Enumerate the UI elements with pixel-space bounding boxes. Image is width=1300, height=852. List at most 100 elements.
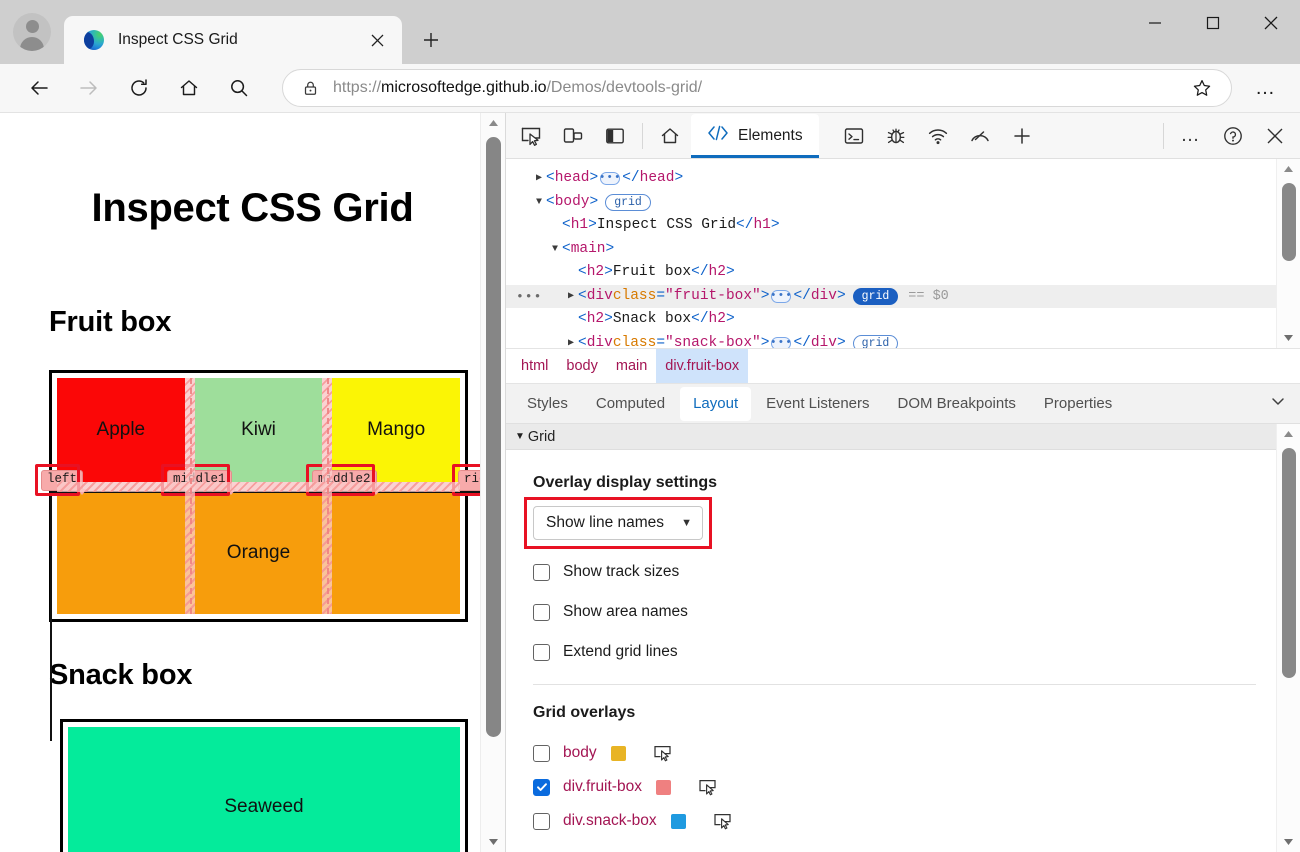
overlay-color-swatch[interactable] [610, 745, 626, 761]
row-more-icon[interactable]: ••• [516, 285, 542, 309]
triangle-collapsed-icon[interactable]: ▶ [564, 285, 578, 309]
devtools-more-button[interactable]: … [1170, 115, 1212, 157]
inspect-element-icon[interactable] [510, 115, 552, 157]
dom-tree-scrollbar[interactable] [1276, 159, 1300, 348]
expand-ellipsis-icon[interactable]: ••• [599, 172, 621, 186]
address-bar[interactable]: https://microsoftedge.github.io/Demos/de… [282, 69, 1232, 107]
page-scrollbar-thumb[interactable] [486, 137, 501, 737]
layout-scrollbar-thumb[interactable] [1282, 448, 1296, 678]
overlay-checkbox-icon[interactable] [533, 744, 550, 762]
breadcrumb[interactable]: html body main div.fruit-box [506, 349, 1300, 384]
star-icon[interactable] [1185, 71, 1219, 105]
expand-ellipsis-icon[interactable]: ••• [770, 289, 792, 303]
tab-elements[interactable]: Elements [691, 113, 819, 158]
overlay-row-body[interactable]: body [533, 736, 1276, 770]
profile-button[interactable] [0, 0, 64, 64]
scroll-down-arrow-icon[interactable] [481, 832, 506, 852]
layout-scrollbar[interactable] [1276, 424, 1300, 852]
dom-scrollbar-thumb[interactable] [1282, 183, 1296, 261]
breadcrumb-item-html[interactable]: html [512, 349, 557, 383]
console-icon[interactable] [833, 115, 875, 157]
overlay-checkbox-icon[interactable] [533, 778, 550, 796]
subtab-event-listeners[interactable]: Event Listeners [753, 387, 882, 421]
dock-side-icon[interactable] [594, 115, 636, 157]
grid-badge[interactable]: grid [605, 193, 651, 211]
page-scrollbar[interactable] [480, 113, 505, 852]
overlay-inspect-icon[interactable] [712, 810, 734, 832]
home-icon[interactable] [169, 68, 209, 108]
dom-token-tagb: main [570, 240, 606, 257]
breadcrumb-item-div-fruit-box[interactable]: div.fruit-box [656, 349, 749, 383]
checkbox-row-extend-grid-lines[interactable]: Extend grid lines [533, 632, 1276, 672]
breadcrumb-item-body[interactable]: body [557, 349, 606, 383]
dom-tree-row[interactable]: < h1 > Inspect CSS Grid </h1 > [506, 214, 1276, 238]
dom-scroll-down-icon[interactable] [1276, 328, 1300, 348]
minimize-button[interactable] [1126, 0, 1184, 46]
subtab-properties[interactable]: Properties [1031, 387, 1125, 421]
layout-scroll-down-icon[interactable] [1276, 832, 1300, 852]
network-wifi-icon[interactable] [917, 115, 959, 157]
maximize-button[interactable] [1184, 0, 1242, 46]
dom-scroll-up-icon[interactable] [1276, 159, 1300, 179]
dom-tree-row[interactable]: < h2 > Fruit box </h2 > [506, 261, 1276, 285]
help-icon[interactable] [1212, 115, 1254, 157]
line-names-select[interactable]: Show line names ▼ [533, 506, 703, 540]
device-emulation-icon[interactable] [552, 115, 594, 157]
dom-tree[interactable]: ▶ < head > ••• </head > ▼ < body > grid < h1 > Inspect … [506, 159, 1276, 348]
expand-ellipsis-icon[interactable]: ••• [770, 336, 792, 348]
triangle-expanded-icon[interactable]: ▼ [548, 238, 562, 262]
search-icon[interactable] [219, 68, 259, 108]
subtab-dom-breakpoints[interactable]: DOM Breakpoints [885, 387, 1029, 421]
checkbox-icon[interactable] [533, 643, 550, 661]
scroll-up-arrow-icon[interactable] [481, 113, 506, 133]
grid-section-header[interactable]: ▼ Grid [506, 424, 1276, 450]
page-scrollbar-track[interactable] [481, 133, 505, 832]
checkbox-icon[interactable] [533, 603, 550, 621]
chevron-down-icon[interactable] [1270, 393, 1286, 414]
home-icon[interactable] [649, 115, 691, 157]
checkbox-row-show-track-sizes[interactable]: Show track sizes [533, 552, 1276, 592]
overlay-color-swatch[interactable] [655, 779, 671, 795]
overlay-checkbox-icon[interactable] [533, 812, 550, 830]
browser-more-button[interactable]: … [1246, 68, 1286, 108]
grid-badge[interactable]: grid [852, 287, 899, 305]
overlay-inspect-icon[interactable] [697, 776, 719, 798]
layout-scroll-up-icon[interactable] [1276, 424, 1300, 444]
close-icon[interactable] [362, 25, 392, 55]
overlay-inspect-icon[interactable] [652, 742, 674, 764]
dom-tree-row[interactable]: ▶ < div class = "snack-box" > ••• </div > grid [506, 332, 1276, 349]
triangle-expanded-icon[interactable]: ▼ [532, 191, 546, 215]
dom-tree-row[interactable]: ▶ < head > ••• </head > [506, 167, 1276, 191]
add-panel-plus-icon[interactable] [1001, 115, 1043, 157]
dom-tree-row[interactable]: ▼ < main > [506, 238, 1276, 262]
refresh-icon[interactable] [119, 68, 159, 108]
subtab-styles[interactable]: Styles [514, 387, 581, 421]
debugger-bug-icon[interactable] [875, 115, 917, 157]
dom-token-punc: > [674, 170, 684, 186]
triangle-collapsed-icon[interactable]: ▶ [564, 332, 578, 349]
layout-scrollbar-track[interactable] [1277, 444, 1300, 832]
window-close-button[interactable] [1242, 0, 1300, 46]
overlay-row-div-snack-box[interactable]: div.snack-box [533, 804, 1276, 838]
browser-tab[interactable]: Inspect CSS Grid [64, 16, 402, 64]
triangle-collapsed-icon[interactable]: ▶ [532, 167, 546, 191]
overlay-color-swatch[interactable] [670, 813, 686, 829]
checkbox-icon[interactable] [533, 563, 550, 581]
grid-badge[interactable]: grid [852, 334, 899, 348]
dom-scrollbar-track[interactable] [1277, 179, 1300, 328]
line-names-select-wrapper: Show line names ▼ [524, 497, 712, 549]
subtab-layout[interactable]: Layout [680, 386, 752, 421]
dom-token-tagb: div [586, 334, 613, 349]
performance-gauge-icon[interactable] [959, 115, 1001, 157]
checkbox-row-show-area-names[interactable]: Show area names [533, 592, 1276, 632]
back-arrow-icon[interactable] [19, 68, 59, 108]
dom-tree-row[interactable]: < h2 > Snack box </h2 > [506, 308, 1276, 332]
forward-arrow-icon[interactable] [69, 68, 109, 108]
dom-tree-row[interactable]: ▼ < body > grid [506, 191, 1276, 215]
dom-tree-row[interactable]: ••• ▶ < div class = "fruit-box" > ••• </div > grid… [506, 284, 1276, 309]
subtab-computed[interactable]: Computed [583, 387, 678, 421]
new-tab-button[interactable] [416, 25, 446, 55]
devtools-close-icon[interactable] [1254, 115, 1296, 157]
overlay-row-div-fruit-box[interactable]: div.fruit-box [533, 770, 1276, 804]
breadcrumb-item-main[interactable]: main [607, 349, 656, 383]
